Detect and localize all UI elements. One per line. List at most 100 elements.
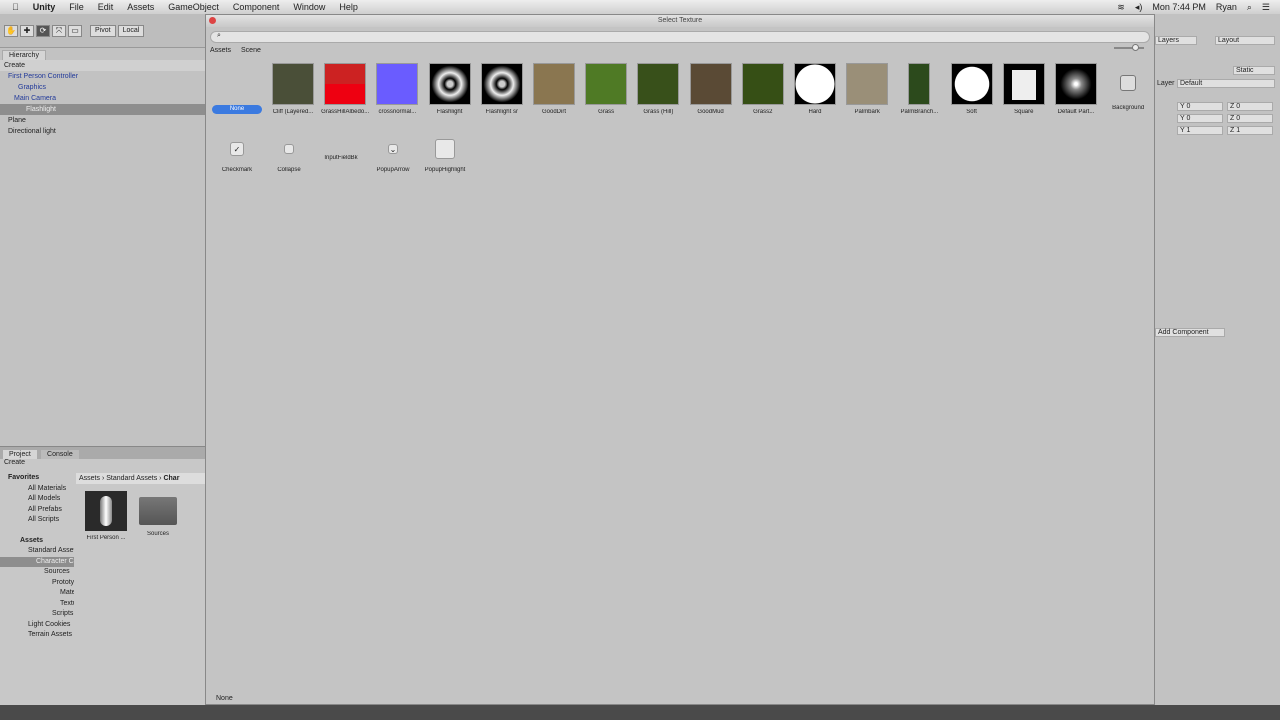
menu-assets[interactable]: Assets: [127, 2, 154, 12]
texture-item-palm-branch[interactable]: PalmBranch...: [894, 63, 944, 115]
search-icon[interactable]: ⌕: [1247, 2, 1252, 13]
texture-item-flashlight-sr[interactable]: Flashlight sr: [477, 63, 527, 115]
asset-folder[interactable]: Sources: [136, 491, 180, 537]
tree-item-selected[interactable]: Character Controllers: [0, 556, 74, 567]
texture-item-popup-highlight[interactable]: PopupHighlight: [420, 137, 470, 173]
rect-tool-icon[interactable]: ▭: [68, 24, 82, 37]
rot-z-field[interactable]: Z 0: [1227, 114, 1273, 123]
breadcrumb-item[interactable]: Standard Assets: [106, 475, 157, 482]
texture-label: Grass (Hill): [643, 109, 674, 115]
pivot-button[interactable]: Pivot: [90, 24, 116, 37]
pos-z-field[interactable]: Z 0: [1227, 102, 1273, 111]
status-bar-selection: None: [216, 695, 233, 702]
hierarchy-item[interactable]: Plane: [0, 115, 205, 126]
close-icon[interactable]: [209, 17, 216, 24]
texture-item-good-mud[interactable]: GoodMud: [686, 63, 736, 115]
texture-item-flashlight[interactable]: Flashlight: [425, 63, 475, 115]
texture-item-default-particle[interactable]: Default Part...: [1051, 63, 1101, 115]
texture-item-grass[interactable]: Grass: [581, 63, 631, 115]
tree-item[interactable]: Favorites: [0, 473, 74, 484]
texture-item-soft[interactable]: Soft: [947, 63, 997, 115]
tree-item[interactable]: Sources: [0, 567, 74, 578]
tab-scene[interactable]: Scene: [241, 47, 261, 54]
menu-window[interactable]: Window: [293, 2, 325, 12]
hand-tool-icon[interactable]: ✋: [4, 24, 18, 37]
texture-item-none[interactable]: None: [212, 105, 262, 114]
hierarchy-item[interactable]: Main Camera: [0, 93, 205, 104]
wifi-icon[interactable]: ≋: [1117, 2, 1125, 13]
hierarchy-item-selected[interactable]: Flashlight: [0, 104, 205, 115]
texture-item-input-field-bk[interactable]: InputFieldBk: [316, 137, 366, 161]
tree-item[interactable]: Assets: [0, 536, 74, 547]
tree-item[interactable]: Light Cookies: [0, 620, 74, 631]
tree-item[interactable]: Standard Assets: [0, 546, 74, 557]
scale-z-field[interactable]: Z 1: [1227, 126, 1273, 135]
layer-dropdown[interactable]: Default: [1177, 79, 1275, 88]
scale-tool-icon[interactable]: ⤧: [52, 24, 66, 37]
breadcrumb: Assets › Standard Assets › Char: [76, 473, 205, 484]
list-icon[interactable]: ☰: [1262, 2, 1270, 13]
tree-item[interactable]: All Scripts: [0, 515, 74, 526]
menu-gameobject[interactable]: GameObject: [168, 2, 219, 12]
hierarchy-item[interactable]: Directional light: [0, 126, 205, 137]
menu-edit[interactable]: Edit: [98, 2, 114, 12]
layout-dropdown[interactable]: Layout: [1215, 36, 1275, 45]
scale-y-field[interactable]: Y 1: [1177, 126, 1223, 135]
texture-label: Cliff (Layered...: [272, 109, 314, 115]
user-name[interactable]: Ryan: [1216, 2, 1237, 12]
texture-item-checkmark[interactable]: ✓ Checkmark: [212, 137, 262, 173]
local-button[interactable]: Local: [117, 24, 145, 37]
static-checkbox[interactable]: Static: [1233, 66, 1275, 75]
texture-item-grass2[interactable]: Grass2: [738, 63, 788, 115]
hierarchy-item[interactable]: Graphics: [0, 82, 205, 93]
tree-item[interactable]: Terrain Assets: [0, 630, 74, 641]
tree-item[interactable]: All Prefabs: [0, 505, 74, 516]
texture-item-good-dirt[interactable]: GoodDirt: [529, 63, 579, 115]
project-create[interactable]: Create: [0, 459, 205, 469]
rot-y-field[interactable]: Y 0: [1177, 114, 1223, 123]
menu-unity[interactable]: Unity: [33, 2, 56, 12]
menu-component[interactable]: Component: [233, 2, 280, 12]
layers-dropdown[interactable]: Layers: [1155, 36, 1197, 45]
tree-item[interactable]: Textures: [0, 599, 74, 610]
menu-file[interactable]: File: [69, 2, 84, 12]
texture-item-hard[interactable]: Hard: [790, 63, 840, 115]
hierarchy-item[interactable]: First Person Controller: [0, 71, 205, 82]
texture-item-square[interactable]: Square: [999, 63, 1049, 115]
texture-thumbnail: [741, 63, 784, 105]
tab-console[interactable]: Console: [40, 449, 80, 459]
clock[interactable]: Mon 7:44 PM: [1152, 2, 1206, 12]
tab-hierarchy[interactable]: Hierarchy: [2, 50, 46, 60]
tree-item[interactable]: All Materials: [0, 484, 74, 495]
tree-item[interactable]: Scripts: [0, 609, 74, 620]
breadcrumb-item[interactable]: Char: [163, 475, 179, 482]
tree-item[interactable]: All Models: [0, 494, 74, 505]
rotate-tool-icon[interactable]: ⟳: [36, 24, 50, 37]
texture-item-background[interactable]: Background: [1103, 63, 1153, 111]
breadcrumb-item[interactable]: Assets: [79, 475, 100, 482]
add-component-button[interactable]: Add Component: [1155, 328, 1225, 337]
texture-item-grass-hill[interactable]: GrassHillAlbedo...: [320, 63, 370, 115]
volume-icon[interactable]: ◂): [1135, 2, 1143, 13]
apple-icon[interactable]: : [12, 2, 19, 12]
texture-item-normal[interactable]: crossnormal...: [372, 63, 422, 115]
texture-item-grass-hill-2[interactable]: Grass (Hill): [633, 63, 683, 115]
texture-item-popup-arrow[interactable]: ⌄ PopupArrow: [368, 137, 418, 173]
texture-item-palmbark[interactable]: Palmbark: [842, 63, 892, 115]
asset-file[interactable]: First Person ...: [84, 491, 128, 541]
menu-help[interactable]: Help: [339, 2, 358, 12]
create-dropdown[interactable]: Create: [4, 62, 25, 69]
move-tool-icon[interactable]: ✚: [20, 24, 34, 37]
tree-item[interactable]: Materials: [0, 588, 74, 599]
tab-assets[interactable]: Assets: [210, 47, 231, 54]
search-input[interactable]: ⌕: [210, 31, 1150, 43]
pos-y-field[interactable]: Y 0: [1177, 102, 1223, 111]
project-tree: Favorites All Materials All Models All P…: [0, 473, 74, 705]
texture-label: Flashlight: [436, 109, 463, 115]
texture-item-cliff[interactable]: Cliff (Layered...: [268, 63, 318, 115]
tree-item[interactable]: Prototype: [0, 578, 74, 589]
texture-item-collapse[interactable]: Collapse: [264, 137, 314, 173]
project-panel: Project Console Create Favorites All Mat…: [0, 446, 205, 705]
tab-project[interactable]: Project: [2, 449, 38, 459]
thumbnail-size-slider[interactable]: [1114, 44, 1144, 51]
